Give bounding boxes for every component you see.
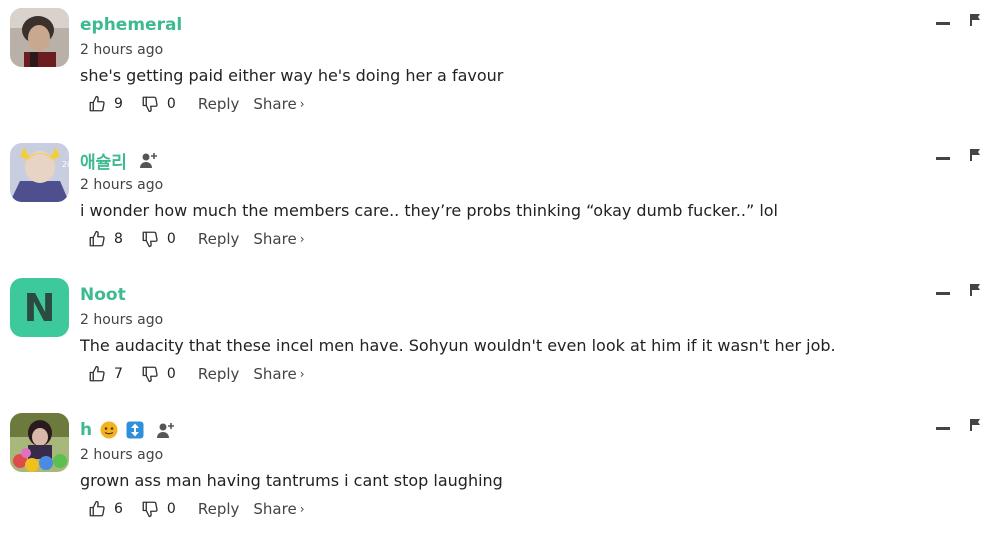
flag-icon[interactable] xyxy=(969,148,981,162)
dislike-count: 0 xyxy=(166,366,176,382)
avatar[interactable] xyxy=(10,8,69,67)
username[interactable]: ephemeral xyxy=(80,15,182,35)
svg-text:20: 20 xyxy=(62,160,69,169)
chevron-right-icon: › xyxy=(299,367,305,381)
share-label: Share xyxy=(253,500,297,518)
collapse-button[interactable] xyxy=(936,292,950,295)
username[interactable]: 애슐리 xyxy=(80,148,127,173)
like-button[interactable]: 7 xyxy=(88,365,123,383)
avatar[interactable]: N xyxy=(10,278,69,337)
like-button[interactable]: 9 xyxy=(88,95,123,113)
thumbs-up-icon xyxy=(89,365,105,382)
dislike-count: 0 xyxy=(166,96,176,112)
username[interactable]: h xyxy=(80,420,92,440)
reply-button[interactable]: Reply xyxy=(198,500,240,518)
add-user-icon[interactable] xyxy=(139,151,159,169)
comment-actions: 6 0 Reply Share › xyxy=(88,497,305,521)
comment-text: i wonder how much the members care.. the… xyxy=(80,201,778,220)
share-label: Share xyxy=(253,365,297,383)
like-button[interactable]: 6 xyxy=(88,500,123,518)
reply-button[interactable]: Reply xyxy=(198,230,240,248)
flag-icon[interactable] xyxy=(969,13,981,27)
share-button[interactable]: Share › xyxy=(253,95,304,113)
dislike-button[interactable]: 0 xyxy=(141,230,176,248)
comment-text: grown ass man having tantrums i cant sto… xyxy=(80,471,503,490)
avatar[interactable] xyxy=(10,413,69,472)
thumbs-up-icon xyxy=(89,500,105,517)
avatar[interactable]: 20 xyxy=(10,143,69,202)
flag-icon[interactable] xyxy=(969,418,981,432)
thumbs-up-icon xyxy=(89,95,105,112)
add-user-icon[interactable] xyxy=(156,421,176,439)
emoji-face-badge xyxy=(100,421,118,439)
like-count: 7 xyxy=(114,366,123,382)
like-count: 8 xyxy=(114,231,123,247)
comment-actions: 8 0 Reply Share › xyxy=(88,227,305,251)
avatar-letter: N xyxy=(10,278,69,337)
chevron-right-icon: › xyxy=(299,502,305,516)
timestamp[interactable]: 2 hours ago xyxy=(80,177,163,193)
comment-actions: 7 0 Reply Share › xyxy=(88,362,305,386)
collapse-button[interactable] xyxy=(936,22,950,25)
thumbs-up-icon xyxy=(89,230,105,247)
collapse-button[interactable] xyxy=(936,427,950,430)
chevron-right-icon: › xyxy=(299,97,305,111)
comment-item: ephemeral 2 hours ago she's getting paid… xyxy=(0,0,1003,135)
timestamp[interactable]: 2 hours ago xyxy=(80,312,163,328)
chevron-right-icon: › xyxy=(299,232,305,246)
username[interactable]: Noot xyxy=(80,285,126,305)
share-button[interactable]: Share › xyxy=(253,230,304,248)
dislike-button[interactable]: 0 xyxy=(141,365,176,383)
share-button[interactable]: Share › xyxy=(253,365,304,383)
dislike-button[interactable]: 0 xyxy=(141,95,176,113)
dislike-count: 0 xyxy=(166,231,176,247)
share-label: Share xyxy=(253,230,297,248)
comment-item: N Noot 2 hours ago The audacity that the… xyxy=(0,270,1003,405)
thumbs-down-icon xyxy=(142,231,158,248)
dislike-count: 0 xyxy=(166,501,176,517)
up-down-arrow-badge xyxy=(126,421,144,439)
comment-actions: 9 0 Reply Share › xyxy=(88,92,305,116)
timestamp[interactable]: 2 hours ago xyxy=(80,447,163,463)
share-label: Share xyxy=(253,95,297,113)
dislike-button[interactable]: 0 xyxy=(141,500,176,518)
timestamp[interactable]: 2 hours ago xyxy=(80,42,163,58)
share-button[interactable]: Share › xyxy=(253,500,304,518)
reply-button[interactable]: Reply xyxy=(198,365,240,383)
reply-button[interactable]: Reply xyxy=(198,95,240,113)
like-count: 9 xyxy=(114,96,123,112)
thumbs-down-icon xyxy=(142,366,158,383)
comment-item: h 2 hours ago grown ass man having tantr… xyxy=(0,405,1003,540)
like-count: 6 xyxy=(114,501,123,517)
flag-icon[interactable] xyxy=(969,283,981,297)
collapse-button[interactable] xyxy=(936,157,950,160)
thumbs-down-icon xyxy=(142,501,158,518)
like-button[interactable]: 8 xyxy=(88,230,123,248)
comment-text: The audacity that these incel men have. … xyxy=(80,336,836,355)
thumbs-down-icon xyxy=(142,96,158,113)
comment-item: 20 애슐리 2 hours ago i wonder how much the… xyxy=(0,135,1003,270)
comment-text: she's getting paid either way he's doing… xyxy=(80,66,504,85)
